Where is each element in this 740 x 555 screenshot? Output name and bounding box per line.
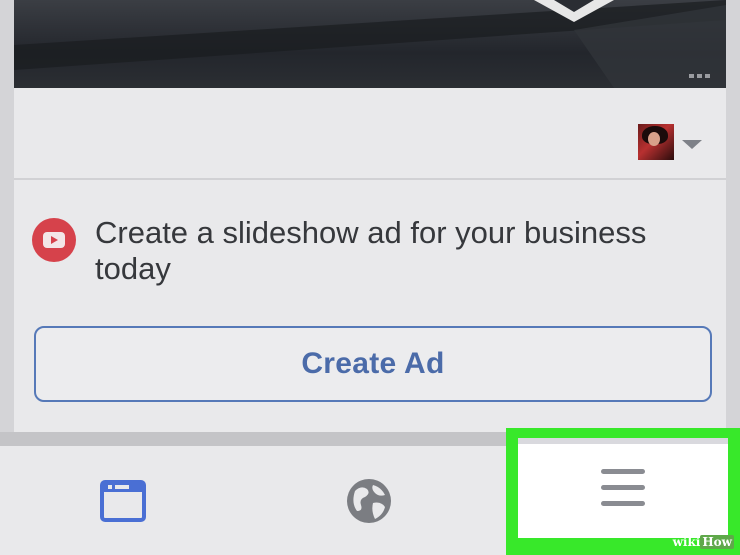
tab-menu[interactable] — [518, 438, 728, 538]
feed-post-card: Create a slideshow ad for your business … — [14, 0, 726, 432]
hamburger-menu-icon — [601, 469, 645, 506]
tab-news-feed[interactable] — [0, 446, 246, 555]
caret-down-icon[interactable] — [682, 140, 702, 149]
globe-icon — [347, 478, 391, 523]
post-actions-row — [14, 100, 726, 178]
news-feed-icon — [100, 479, 146, 522]
ad-suggestion: Create a slideshow ad for your business … — [14, 212, 726, 292]
right-edge — [726, 0, 740, 440]
app-screen: Create a slideshow ad for your business … — [0, 0, 740, 555]
tab-notifications-globe[interactable] — [246, 446, 492, 555]
create-ad-button[interactable]: Create Ad — [34, 326, 712, 402]
bottom-tab-bar — [0, 428, 740, 555]
watermark-logo: wiki How — [672, 535, 734, 549]
avatar[interactable] — [638, 124, 674, 160]
ad-prompt-text: Create a slideshow ad for your business … — [95, 215, 647, 286]
left-edge — [0, 0, 14, 440]
media-graphic — [14, 0, 726, 88]
post-media-image[interactable] — [14, 0, 726, 88]
divider — [14, 178, 726, 180]
youtube-play-icon — [32, 218, 76, 262]
media-pagination-dots — [689, 74, 710, 78]
